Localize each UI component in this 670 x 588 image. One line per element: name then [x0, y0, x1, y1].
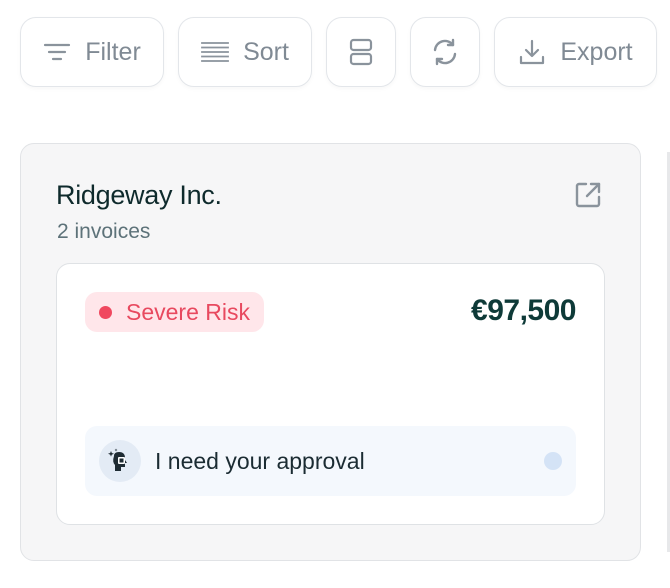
sort-button[interactable]: Sort [178, 17, 312, 87]
filter-button[interactable]: Filter [20, 17, 164, 87]
risk-dot [99, 305, 112, 319]
layout-toggle-button[interactable] [326, 17, 396, 87]
approval-text: I need your approval [155, 447, 365, 474]
approval-request[interactable]: I need your approval [85, 426, 576, 496]
customer-card[interactable]: Ridgeway Inc. 2 invoices Severe Risk €97… [20, 143, 641, 561]
sort-lines-icon [201, 41, 229, 63]
page: Filter Sort Export Ridgeway Inc. 2 invoi… [0, 0, 670, 588]
refresh-button[interactable] [410, 17, 480, 87]
sort-label: Sort [243, 37, 289, 66]
invoice-summary[interactable]: Severe Risk €97,500 I need your approval [56, 263, 605, 525]
company-name: Ridgeway Inc. [56, 180, 222, 210]
open-external-button[interactable] [572, 181, 604, 213]
export-label: Export [560, 37, 633, 66]
filter-label: Filter [85, 37, 141, 66]
toolbar: Filter Sort Export [20, 17, 657, 87]
filter-icon [43, 41, 71, 63]
layout-rows-icon [349, 38, 373, 66]
invoice-count: 2 invoices [57, 220, 151, 243]
external-link-icon [573, 180, 603, 215]
download-icon [518, 38, 546, 66]
invoice-amount: €97,500 [471, 294, 576, 327]
refresh-icon [430, 37, 460, 67]
ai-agent-icon [99, 440, 141, 482]
risk-label: Severe Risk [126, 298, 250, 325]
export-button[interactable]: Export [494, 17, 657, 87]
risk-badge: Severe Risk [85, 292, 264, 332]
status-dot [544, 452, 562, 470]
